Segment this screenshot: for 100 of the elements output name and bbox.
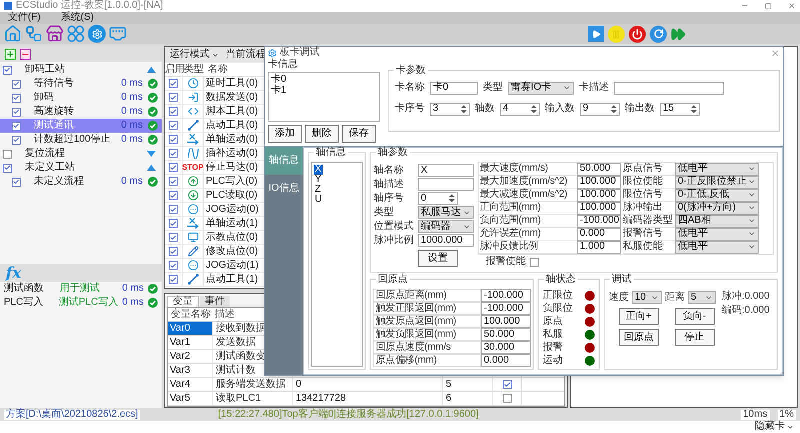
- checkbox[interactable]: [169, 93, 178, 102]
- checkbox[interactable]: [12, 108, 21, 116]
- settings-icon[interactable]: [88, 25, 106, 43]
- button[interactable]: 添加: [268, 124, 302, 143]
- input-field[interactable]: 100.000: [577, 176, 621, 188]
- checkbox[interactable]: [3, 66, 12, 74]
- menu-item[interactable]: 文件(F): [8, 13, 41, 23]
- tab[interactable]: 变量: [167, 296, 199, 307]
- spin-box[interactable]: 15: [660, 102, 700, 116]
- checkbox[interactable]: [169, 191, 178, 200]
- dropdown[interactable]: 0-正低,反低: [675, 188, 759, 202]
- tab[interactable]: 事件: [200, 296, 230, 307]
- list-item[interactable]: Y: [314, 175, 323, 185]
- dropdown[interactable]: 四AB相: [675, 214, 759, 228]
- checkbox[interactable]: [3, 150, 12, 158]
- spin-arrows-icon[interactable]: [449, 194, 455, 203]
- spin-box[interactable]: 9: [580, 102, 620, 116]
- input-field[interactable]: -100.000: [481, 289, 531, 302]
- checkbox[interactable]: [169, 247, 178, 256]
- button[interactable]: 回原点: [619, 329, 659, 346]
- checkbox[interactable]: [12, 136, 21, 144]
- add-button[interactable]: [5, 48, 16, 60]
- input-field[interactable]: 100.000: [577, 202, 621, 214]
- input-field[interactable]: [614, 82, 724, 95]
- expand-arrow-icon[interactable]: [147, 151, 156, 157]
- list-item[interactable]: Z: [314, 185, 322, 195]
- checkbox[interactable]: [169, 261, 178, 270]
- input-field[interactable]: 1000.000: [418, 234, 474, 247]
- dropdown[interactable]: 5: [688, 291, 716, 304]
- set-button[interactable]: 设置: [418, 250, 458, 267]
- maximize-icon[interactable]: [765, 2, 772, 10]
- dropdown[interactable]: 雷赛IO卡: [508, 82, 574, 95]
- close-icon[interactable]: [771, 48, 780, 58]
- button[interactable]: 删除: [305, 124, 339, 143]
- input-field[interactable]: -100.000: [577, 214, 621, 228]
- dropdown[interactable]: 私服马达: [418, 206, 474, 219]
- dropdown[interactable]: 低电平: [675, 240, 759, 254]
- checkbox[interactable]: [502, 380, 512, 389]
- input-field[interactable]: 0.000: [481, 354, 531, 367]
- checkbox[interactable]: [12, 178, 21, 186]
- button[interactable]: 负向-: [674, 308, 714, 325]
- remove-button[interactable]: [20, 48, 31, 60]
- spin-box[interactable]: 3: [430, 102, 470, 116]
- tab[interactable]: IO信息: [265, 175, 303, 203]
- checkbox[interactable]: [169, 135, 178, 144]
- checkbox[interactable]: [12, 122, 21, 130]
- refresh-button[interactable]: [650, 26, 667, 42]
- input-field[interactable]: 卡0: [430, 82, 478, 95]
- input-field[interactable]: -100.000: [481, 302, 531, 315]
- table-cell[interactable]: Var1: [168, 336, 212, 349]
- spin-box[interactable]: 0: [418, 192, 458, 205]
- checkbox[interactable]: [530, 258, 539, 266]
- collapse-arrow-icon[interactable]: [147, 67, 156, 73]
- checkbox[interactable]: [169, 275, 178, 284]
- spin-box[interactable]: 4: [500, 102, 540, 116]
- input-field[interactable]: 50.000: [577, 162, 621, 176]
- power-button[interactable]: [629, 26, 646, 42]
- spin-arrows-icon[interactable]: [691, 104, 697, 114]
- menu-item[interactable]: 系统(S): [60, 13, 94, 23]
- table-cell[interactable]: Var3: [168, 364, 212, 377]
- input-field[interactable]: 50.000: [481, 328, 531, 341]
- list-item[interactable]: U: [314, 195, 324, 205]
- input-field[interactable]: [418, 178, 474, 191]
- checkbox[interactable]: [169, 107, 178, 116]
- button[interactable]: 停止: [674, 329, 714, 346]
- checkbox[interactable]: [169, 233, 178, 242]
- dropdown[interactable]: 编码器: [418, 220, 474, 233]
- checkbox[interactable]: [502, 394, 512, 403]
- table-cell[interactable]: Var2: [168, 350, 212, 363]
- spin-arrows-icon[interactable]: [611, 104, 617, 114]
- input-field[interactable]: 100.000: [481, 315, 531, 328]
- input-field[interactable]: 100.000: [577, 188, 621, 202]
- hide-card-dropdown[interactable]: 隐藏卡: [755, 422, 794, 432]
- checkbox[interactable]: [169, 205, 178, 214]
- checkbox[interactable]: [169, 121, 178, 130]
- checkbox[interactable]: [12, 80, 21, 88]
- table-cell[interactable]: Var4: [168, 378, 212, 391]
- dropdown[interactable]: 0-正反限位禁止: [675, 176, 759, 188]
- table-cell[interactable]: Var0: [168, 322, 212, 335]
- dropdown[interactable]: 低电平: [675, 162, 759, 176]
- spin-arrows-icon[interactable]: [531, 104, 537, 114]
- checkbox[interactable]: [3, 164, 12, 172]
- table-cell[interactable]: Var5: [168, 392, 212, 405]
- run-mode-dropdown[interactable]: 运行模式: [169, 48, 220, 62]
- play-button[interactable]: [588, 26, 604, 42]
- store-icon[interactable]: [46, 25, 64, 43]
- dropdown[interactable]: 10: [632, 291, 662, 304]
- checkbox[interactable]: [169, 163, 178, 172]
- checkbox[interactable]: [169, 149, 178, 158]
- spin-arrows-icon[interactable]: [461, 104, 467, 114]
- checkbox[interactable]: [169, 79, 178, 88]
- input-field[interactable]: 0.000: [577, 228, 621, 240]
- input-field[interactable]: 1.000: [577, 240, 621, 254]
- list-item[interactable]: 卡1: [271, 86, 377, 96]
- list-item[interactable]: 卡0: [271, 74, 377, 85]
- checkbox[interactable]: [169, 219, 178, 228]
- dropdown[interactable]: 0(脉冲+方向): [675, 202, 759, 214]
- input-field[interactable]: 30.000: [481, 341, 531, 354]
- dropdown[interactable]: 低电平: [675, 228, 759, 240]
- checkbox[interactable]: [169, 177, 178, 186]
